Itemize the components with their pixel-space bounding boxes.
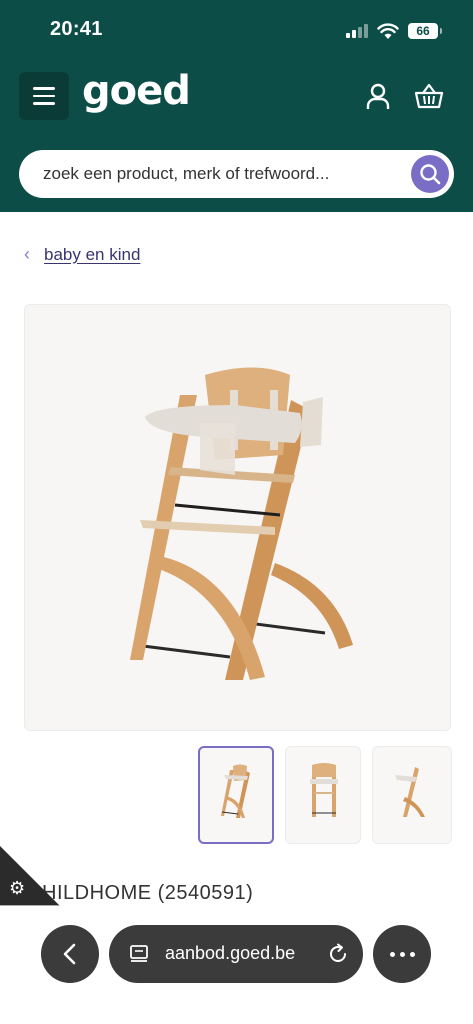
more-options-button[interactable]	[373, 925, 431, 983]
chevron-left-icon	[63, 943, 76, 965]
status-time: 20:41	[50, 18, 103, 40]
reload-icon[interactable]	[327, 943, 349, 965]
address-bar[interactable]: aanbod.goed.be	[109, 925, 363, 983]
thumbnail-2[interactable]	[285, 746, 361, 844]
high-chair-side-thumbnail	[395, 767, 425, 817]
gear-icon[interactable]: ⚙	[9, 878, 25, 899]
search-input[interactable]	[43, 150, 403, 198]
url-text: aanbod.goed.be	[165, 943, 296, 963]
breadcrumb: ‹ baby en kind	[24, 244, 140, 265]
high-chair-image	[130, 367, 353, 680]
thumbnail-3[interactable]	[372, 746, 452, 844]
menu-button[interactable]	[19, 72, 69, 120]
breadcrumb-link[interactable]: baby en kind	[44, 245, 140, 265]
search-button[interactable]	[411, 155, 449, 193]
basket-icon[interactable]	[414, 82, 444, 110]
wifi-icon	[377, 23, 399, 39]
site-logo[interactable]: goed	[82, 68, 191, 114]
thumbnail-1[interactable]	[198, 746, 274, 844]
battery-indicator: 66	[408, 23, 442, 39]
chevron-left-icon[interactable]: ‹	[24, 244, 30, 265]
high-chair-thumbnail	[221, 764, 250, 818]
account-icon[interactable]	[364, 82, 392, 110]
high-chair-front-thumbnail	[310, 763, 338, 817]
status-bar: 20:41 66	[0, 0, 473, 60]
browser-back-button[interactable]	[41, 925, 99, 983]
search-icon	[420, 164, 441, 185]
search-bar	[19, 150, 454, 198]
cellular-signal-icon	[346, 24, 368, 38]
product-main-image[interactable]	[24, 304, 451, 731]
page-icon	[130, 945, 148, 962]
product-title: HILDHOME (2540591)	[42, 882, 254, 904]
site-header: 20:41 66 goed	[0, 0, 473, 212]
